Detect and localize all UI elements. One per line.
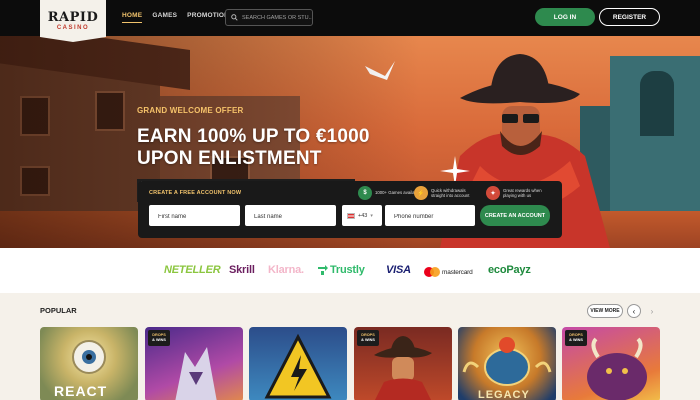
chevron-left-icon: ‹ <box>632 306 636 316</box>
visa-logo: VISA <box>386 264 411 276</box>
phone-input[interactable] <box>385 206 475 228</box>
mastercard-logo: mastercard <box>424 267 473 277</box>
drops-wins-badge: DROPS & WINS <box>148 330 170 346</box>
register-button[interactable]: REGISTER <box>599 8 660 26</box>
nav-games[interactable]: GAMES <box>152 12 177 23</box>
phone-country-select[interactable]: +43 ▾ <box>342 205 382 226</box>
search-box[interactable] <box>225 9 313 26</box>
offer-tagline: GRAND WELCOME OFFER <box>137 106 244 115</box>
logo-text: RAPID <box>47 9 99 25</box>
game-tile[interactable]: DROPS & WINS <box>562 327 660 400</box>
mastercard-text: mastercard <box>442 268 473 276</box>
trustly-mark-icon <box>318 265 328 275</box>
carousel-next-button[interactable]: › <box>645 304 659 318</box>
first-name-input[interactable] <box>149 206 240 228</box>
perk-withdrawals: ⚡ Quick withdrawals straight into accoun… <box>414 186 477 200</box>
ecopayz-logo: ecoPayz <box>488 264 531 276</box>
logo-subtext: CASINO <box>56 24 90 31</box>
trustly-text: Trustly <box>330 264 365 276</box>
last-name-field[interactable] <box>245 205 336 228</box>
game-tile[interactable]: DROPS & WINS <box>354 327 452 400</box>
search-input[interactable] <box>242 14 312 21</box>
rapid-casino-logo[interactable]: RAPID CASINO <box>40 0 106 42</box>
top-header: RAPID CASINO HOME GAMES PROMOTIONS LOG I… <box>0 0 700 42</box>
perk-text: Quick withdrawals straight into account <box>431 187 470 198</box>
carousel-prev-button[interactable]: ‹ <box>627 304 641 318</box>
klarna-logo: Klarna. <box>268 264 304 276</box>
game-tile[interactable]: REACT <box>40 327 138 400</box>
search-icon <box>231 14 238 21</box>
badge-line2: & WINS <box>569 338 583 342</box>
chevron-down-icon: ▾ <box>370 212 373 219</box>
chevron-right-icon: › <box>650 306 654 316</box>
payment-methods-strip: NETELLER Skrill Klarna. Trustly VISA mas… <box>0 248 700 293</box>
section-title: POPULAR <box>40 306 77 315</box>
main-nav: HOME GAMES PROMOTIONS <box>122 12 234 23</box>
login-button[interactable]: LOG IN <box>535 8 595 26</box>
game-tile-title: REACT <box>54 383 108 399</box>
perk-text: Great rewards when playing with us <box>503 187 542 198</box>
mastercard-circles-icon <box>424 267 440 277</box>
phone-field[interactable] <box>385 205 475 228</box>
game-tile[interactable]: DROPS & WINS <box>145 327 243 400</box>
trustly-logo: Trustly <box>318 264 365 276</box>
game-tile-title: LEGACY <box>478 389 530 400</box>
first-name-field[interactable] <box>149 205 240 228</box>
neteller-logo: NETELLER <box>164 264 221 276</box>
drops-wins-badge: DROPS & WINS <box>565 330 587 346</box>
gift-icon: ✦ <box>486 186 500 200</box>
game-tile[interactable]: LEGACY <box>458 327 556 400</box>
slot-icon: $ <box>358 186 372 200</box>
austria-flag-icon <box>347 212 355 219</box>
signup-panel: CREATE A FREE ACCOUNT NOW $ 1000+ Games … <box>138 181 562 238</box>
last-name-input[interactable] <box>245 206 336 228</box>
skrill-logo: Skrill <box>229 264 255 276</box>
create-account-button[interactable]: CREATE AN ACCOUNT <box>480 205 550 226</box>
lightning-sign-icon <box>264 333 332 399</box>
view-more-button[interactable]: VIEW MORE <box>587 304 623 318</box>
nav-home[interactable]: HOME <box>122 12 143 23</box>
offer-headline: EARN 100% UP TO €1000 UPON ENLISTMENT <box>137 126 370 169</box>
popular-games-section: POPULAR VIEW MORE ‹ › REACT DROPS& WINS <box>0 293 700 400</box>
signup-title: CREATE A FREE ACCOUNT NOW <box>149 190 242 196</box>
badge-line2: & WINS <box>361 338 375 342</box>
perk-games: $ 1000+ Games available <box>358 186 421 200</box>
wallet-icon: ⚡ <box>414 186 428 200</box>
perk-rewards: ✦ Great rewards when playing with us <box>486 186 549 200</box>
game-tile[interactable] <box>249 327 347 400</box>
phone-prefix-value: +43 <box>358 212 368 219</box>
badge-line2: & WINS <box>152 338 166 342</box>
drops-wins-badge: DROPS & WINS <box>357 330 379 346</box>
